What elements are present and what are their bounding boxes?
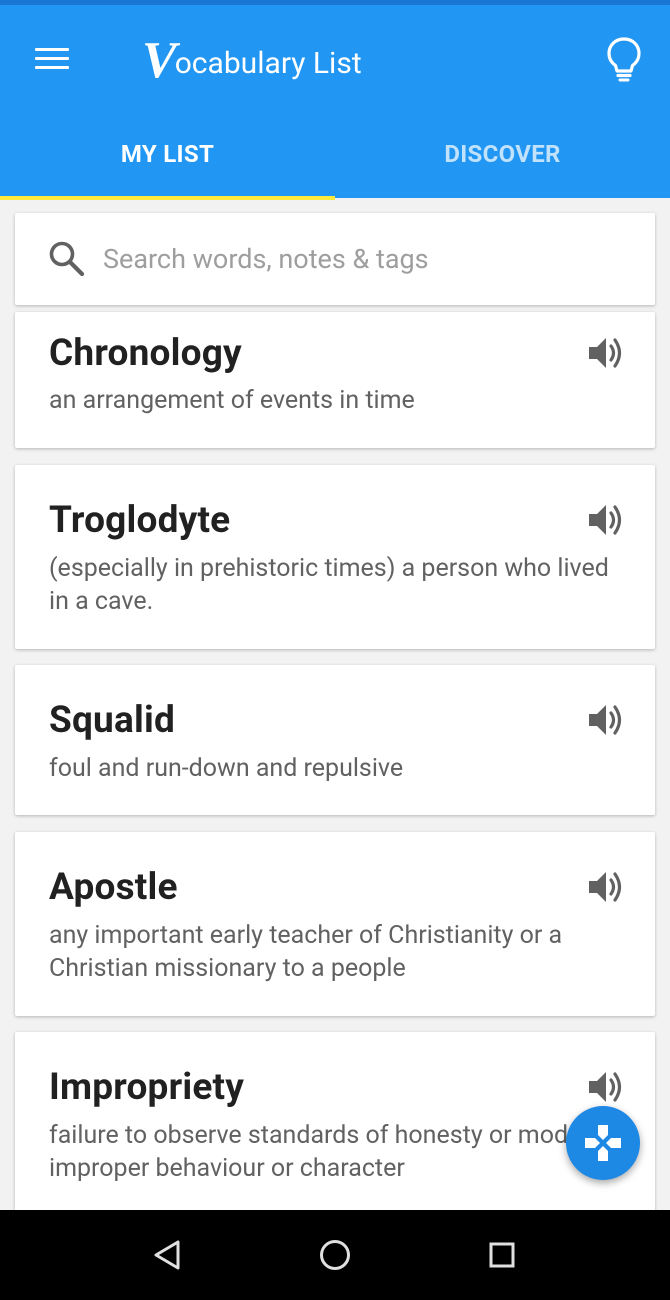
speaker-icon[interactable] (587, 1069, 625, 1105)
search-input[interactable] (103, 243, 623, 275)
search-icon (49, 241, 85, 277)
search-bar[interactable] (15, 213, 655, 305)
tab-discover-label: DISCOVER (444, 140, 561, 168)
tab-bar: MY LIST DISCOVER (0, 110, 670, 200)
system-nav-bar (0, 1210, 670, 1300)
app-title: V ocabulary List (142, 27, 362, 87)
word-title: Troglodyte (49, 499, 231, 542)
word-card-apostle[interactable]: Apostle any important early teacher of C… (15, 832, 655, 1016)
word-card-chronology[interactable]: Chronology an arrangement of events in t… (15, 312, 655, 448)
game-fab-button[interactable] (566, 1106, 640, 1180)
back-triangle-icon[interactable] (150, 1237, 186, 1273)
word-definition: any important early teacher of Christian… (49, 921, 563, 983)
word-definition: an arrangement of events in time (49, 386, 415, 415)
app-logo-letter: V (142, 32, 177, 89)
toolbar: V ocabulary List (0, 5, 670, 110)
tab-my-list[interactable]: MY LIST (0, 110, 335, 198)
gamepad-icon (585, 1125, 621, 1161)
word-card-squalid[interactable]: Squalid foul and run-down and repulsive (15, 665, 655, 815)
app-bar: V ocabulary List MY LIST DISCOVER (0, 5, 670, 200)
speaker-icon[interactable] (587, 502, 625, 538)
word-card-impropriety[interactable]: Impropriety failure to observe standards… (15, 1032, 655, 1210)
word-card-troglodyte[interactable]: Troglodyte (especially in prehistoric ti… (15, 465, 655, 649)
word-definition: failure to observe standards of honesty … (49, 1121, 620, 1183)
word-title: Squalid (49, 699, 175, 742)
speaker-icon[interactable] (587, 702, 625, 738)
word-definition: (especially in prehistoric times) a pers… (49, 554, 609, 616)
lightbulb-icon[interactable] (604, 35, 644, 83)
word-title: Chronology (49, 332, 242, 375)
word-definition: foul and run-down and repulsive (49, 754, 404, 783)
word-list[interactable]: Chronology an arrangement of events in t… (0, 198, 670, 1210)
tab-my-list-label: MY LIST (120, 140, 215, 168)
tab-discover[interactable]: DISCOVER (335, 110, 670, 198)
speaker-icon[interactable] (587, 335, 625, 371)
word-title: Impropriety (49, 1066, 245, 1109)
word-title: Apostle (49, 866, 178, 909)
speaker-icon[interactable] (587, 869, 625, 905)
home-circle-icon[interactable] (317, 1237, 353, 1273)
hamburger-menu-icon[interactable] (30, 41, 74, 77)
recents-square-icon[interactable] (484, 1237, 520, 1273)
app-title-text: ocabulary List (174, 46, 362, 81)
